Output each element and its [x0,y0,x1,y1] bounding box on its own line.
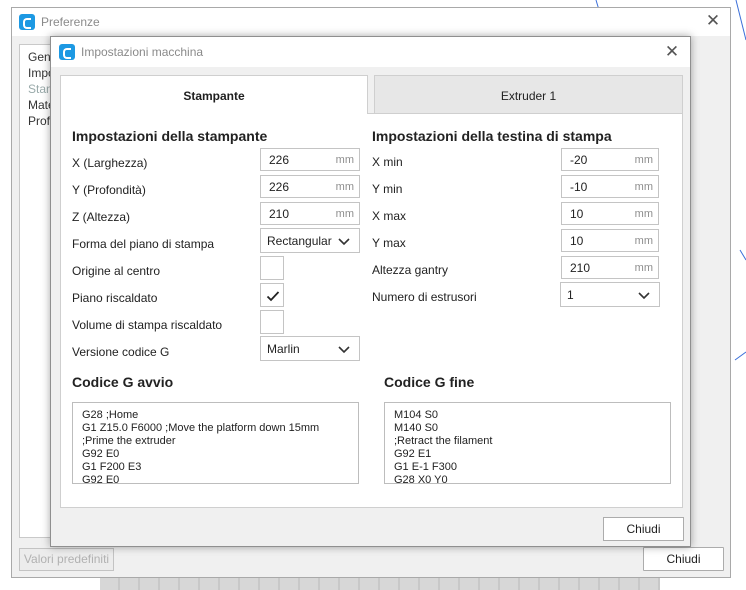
bed-shape-select[interactable]: Rectangular [260,228,360,253]
gcode-line: G28 X0 Y0 [394,474,448,484]
defaults-button[interactable]: Valori predefiniti [19,548,114,571]
gantry-height-label: Altezza gantry [372,263,449,277]
checkmark-icon [266,291,280,302]
x-width-value: 226 [269,153,290,167]
unit-label: mm [335,181,354,193]
y-depth-label: Y (Profondità) [72,183,146,197]
unit-label: mm [335,208,354,220]
machine-settings-dialog: Impostazioni macchina ✕ Stampante Extrud… [50,36,691,547]
bed-shape-label: Forma del piano di stampa [72,237,215,251]
gcode-line: G1 E-1 F300 [394,461,457,473]
printhead-settings-heading: Impostazioni della testina di stampa [372,128,612,144]
cura-logo-icon [19,14,35,30]
dialog-titlebar: Impostazioni macchina ✕ [51,37,690,67]
close-icon[interactable]: ✕ [662,42,682,62]
start-gcode-textarea[interactable]: G28 ;Home G1 Z15.0 F6000 ;Move the platf… [72,402,359,484]
chevron-down-icon [338,238,350,246]
z-height-value: 210 [269,207,290,221]
printer-settings-heading: Impostazioni della stampante [72,128,268,144]
unit-label: mm [634,262,653,274]
unit-label: mm [634,235,653,247]
unit-label: mm [335,154,354,166]
start-gcode-heading: Codice G avvio [72,374,174,390]
gcode-flavor-label: Versione codice G [72,345,170,359]
close-icon[interactable]: ✕ [703,11,723,31]
z-height-label: Z (Altezza) [72,210,131,224]
ymin-label: Y min [372,182,403,196]
gcode-line: G92 E1 [394,448,432,460]
tab-extruder-1[interactable]: Extruder 1 [374,75,683,115]
x-width-field[interactable]: 226 mm [260,148,360,171]
x-width-label: X (Larghezza) [72,156,148,170]
unit-label: mm [634,208,653,220]
gcode-flavor-select[interactable]: Marlin [260,336,360,361]
ymax-field[interactable]: 10 mm [561,229,659,252]
xmin-field[interactable]: -20 mm [561,148,659,171]
ymin-value: -10 [570,180,588,194]
extruder-count-select[interactable]: 1 [560,282,660,307]
extruder-count-label: Numero di estrusori [372,290,477,304]
unit-label: mm [634,154,653,166]
extruder-count-value: 1 [567,288,574,302]
gcode-line: G28 ;Home [82,409,139,421]
z-height-field[interactable]: 210 mm [260,202,360,225]
xmax-label: X max [372,209,407,223]
dialog-close-button[interactable]: Chiudi [603,517,684,541]
heated-bed-checkbox[interactable] [260,283,284,307]
end-gcode-textarea[interactable]: M104 S0 M140 S0 ;Retract the filament G9… [384,402,671,484]
gcode-line: ;Retract the filament [394,435,493,447]
heated-volume-label: Volume di stampa riscaldato [72,318,223,332]
y-depth-field[interactable]: 226 mm [260,175,360,198]
gcode-line: ;Prime the extruder [82,435,176,447]
chevron-down-icon [638,292,650,300]
xmax-value: 10 [570,207,584,221]
end-gcode-heading: Codice G fine [384,374,475,390]
xmin-value: -20 [570,153,588,167]
cura-logo-icon [59,44,75,60]
build-plate [100,578,660,590]
gcode-flavor-value: Marlin [267,342,300,356]
heated-bed-label: Piano riscaldato [72,291,158,305]
preferences-close-button[interactable]: Chiudi [643,547,724,571]
gcode-line: G92 E0 [82,448,120,460]
gcode-line: G1 F200 E3 [82,461,142,473]
tab-printer[interactable]: Stampante [60,75,368,114]
gcode-line: G1 Z15.0 F6000 ;Move the platform down 1… [82,422,320,434]
ymin-field[interactable]: -10 mm [561,175,659,198]
ymax-value: 10 [570,234,584,248]
gcode-line: M140 S0 [394,422,439,434]
gantry-height-value: 210 [570,261,591,275]
origin-center-label: Origine al centro [72,264,161,278]
xmax-field[interactable]: 10 mm [561,202,659,225]
xmin-label: X min [372,155,403,169]
unit-label: mm [634,181,653,193]
preferences-title: Preferenze [41,15,100,29]
chevron-down-icon [338,346,350,354]
gcode-line: M104 S0 [394,409,439,421]
y-depth-value: 226 [269,180,290,194]
preferences-titlebar: Preferenze ✕ [12,8,730,36]
origin-center-checkbox[interactable] [260,256,284,280]
heated-volume-checkbox[interactable] [260,310,284,334]
ymax-label: Y max [372,236,406,250]
dialog-title: Impostazioni macchina [81,45,204,59]
gantry-height-field[interactable]: 210 mm [561,256,659,279]
gcode-line: G92 E0 [82,474,120,484]
settings-panel: Impostazioni della stampante X (Larghezz… [60,113,683,508]
bed-shape-value: Rectangular [267,234,332,248]
